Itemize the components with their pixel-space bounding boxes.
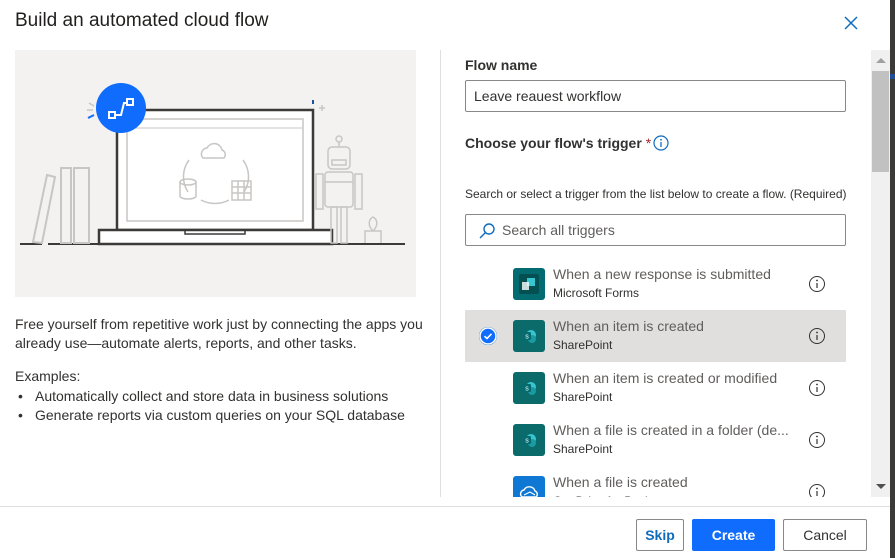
trigger-item-selected[interactable]: s When an item is created SharePoint: [465, 310, 846, 362]
trigger-label: Choose your flow's trigger *: [465, 135, 651, 151]
scrollbar[interactable]: [871, 50, 890, 497]
forms-icon: [513, 268, 545, 300]
checkmark-icon: [479, 327, 497, 345]
onedrive-icon: [513, 476, 545, 497]
info-icon[interactable]: [653, 135, 669, 151]
flow-name-label: Flow name: [465, 57, 538, 73]
create-button[interactable]: Create: [692, 519, 775, 551]
trigger-connector: SharePoint: [553, 442, 613, 456]
trigger-connector: SharePoint: [553, 338, 613, 352]
trigger-panel: Flow name Choose your flow's trigger* Se…: [441, 50, 871, 497]
trigger-connector: Microsoft Forms: [553, 286, 640, 300]
trigger-title: When an item is created or modified: [553, 370, 778, 386]
trigger-item[interactable]: When a new response is submitted Microso…: [465, 258, 846, 310]
trigger-item[interactable]: s When an item is created or modified Sh…: [465, 362, 846, 414]
sharepoint-icon: s: [513, 424, 545, 456]
search-triggers-input[interactable]: [502, 215, 832, 245]
trigger-title: When a file is created: [553, 474, 688, 490]
info-icon[interactable]: [808, 327, 826, 345]
scroll-down-arrow-icon[interactable]: [876, 484, 886, 489]
examples-list: Automatically collect and store data in …: [15, 387, 405, 425]
sharepoint-icon: s: [513, 320, 545, 352]
svg-text:s: s: [525, 334, 529, 341]
trigger-item[interactable]: When a file is created OneDrive for Busi…: [465, 466, 846, 497]
background-window-edge: [890, 0, 895, 558]
flow-name-input[interactable]: [465, 80, 846, 112]
info-icon[interactable]: [808, 275, 826, 293]
info-icon[interactable]: [808, 379, 826, 397]
laptop-flow-illustration: [15, 50, 416, 297]
trigger-item[interactable]: s When a file is created in a folder (de…: [465, 414, 846, 466]
trigger-connector: OneDrive for Business: [553, 494, 673, 497]
background-window-accent: [890, 74, 895, 79]
scroll-up-arrow-icon[interactable]: [876, 58, 886, 63]
trigger-title: When an item is created: [553, 318, 704, 334]
required-mark: *: [645, 135, 652, 151]
skip-button[interactable]: Skip: [636, 519, 684, 551]
trigger-connector: SharePoint: [553, 390, 613, 404]
trigger-title: When a new response is submitted: [553, 266, 771, 282]
trigger-search[interactable]: [465, 214, 846, 246]
info-icon[interactable]: [808, 431, 826, 449]
example-item: Automatically collect and store data in …: [15, 387, 405, 406]
trigger-title: When a file is created in a folder (de..…: [553, 422, 789, 438]
scrollbar-thumb[interactable]: [872, 71, 889, 172]
trigger-hint: Search or select a trigger from the list…: [465, 187, 847, 201]
trigger-label-text: Choose your flow's trigger: [465, 135, 642, 151]
search-icon: [479, 223, 495, 239]
info-icon[interactable]: [808, 483, 826, 497]
close-icon[interactable]: [842, 14, 860, 32]
description-text: Free yourself from repetitive work just …: [15, 316, 423, 351]
svg-text:s: s: [525, 438, 529, 445]
cancel-button[interactable]: Cancel: [783, 519, 867, 551]
sharepoint-icon: s: [513, 372, 545, 404]
example-item: Generate reports via custom queries on y…: [15, 406, 405, 425]
footer-divider: [0, 506, 890, 507]
svg-text:s: s: [525, 386, 529, 393]
dialog-title: Build an automated cloud flow: [15, 10, 269, 31]
examples-label: Examples:: [15, 368, 81, 384]
